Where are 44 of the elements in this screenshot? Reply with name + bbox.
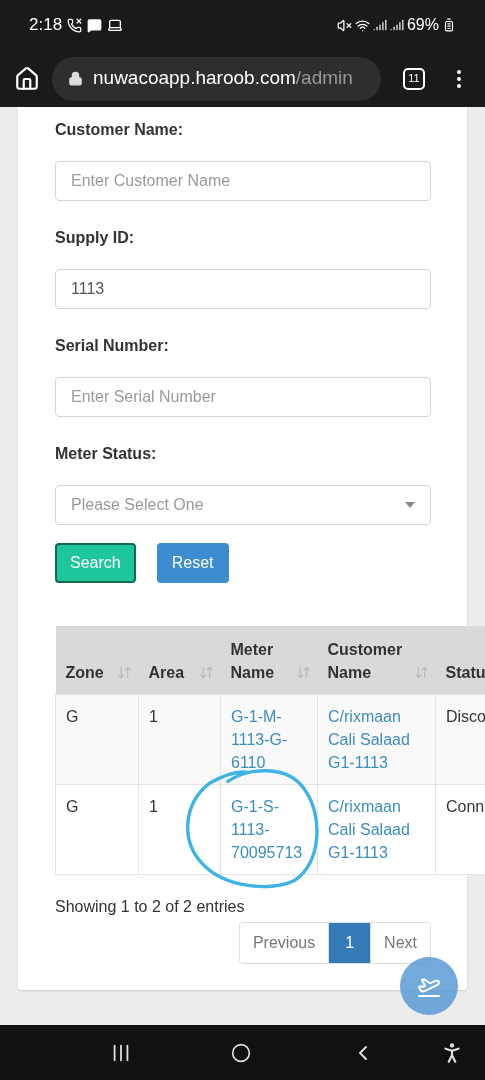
mute-icon [336, 17, 352, 33]
table-cell: 1 [138, 784, 221, 874]
tab-count[interactable]: 11 [403, 67, 425, 90]
signal-icon [372, 18, 387, 32]
column-header[interactable]: Customer Name [317, 626, 436, 694]
home-icon[interactable] [14, 65, 40, 92]
table-cell: G [55, 784, 139, 874]
clock-text: 2:18 [29, 14, 63, 37]
table-cell: Disco [435, 694, 485, 784]
column-header[interactable]: Meter Name [220, 626, 318, 694]
column-header[interactable]: Zone [55, 626, 139, 694]
missed-call-icon [67, 17, 83, 33]
column-header[interactable]: Area [138, 626, 221, 694]
battery-icon [442, 18, 456, 32]
address-bar[interactable]: nuwacoapp.haroob.com/admin [52, 56, 381, 101]
wifi-icon [354, 17, 370, 33]
select-field[interactable]: Please Select One [55, 485, 431, 525]
url-text: nuwacoapp.haroob.com/admin [93, 66, 353, 91]
pagination-link[interactable]: Next [370, 922, 430, 963]
table-cell: 1 [138, 694, 221, 784]
caret-icon [405, 502, 415, 508]
reset-button[interactable]: Reset [156, 543, 229, 583]
laptop-icon [107, 17, 124, 33]
lock-icon [68, 71, 83, 86]
field-label: Serial Number: [55, 336, 170, 356]
battery-text: 69% [406, 15, 439, 35]
table-link[interactable]: G-1-M-1113-G-6110 [220, 694, 318, 784]
text-field[interactable]: Enter Customer Name [55, 161, 431, 201]
table-link[interactable]: C/rixmaan Cali Salaad G1-1113 [317, 784, 436, 874]
field-label: Supply ID: [55, 228, 136, 248]
field-label: Meter Status: [55, 444, 158, 464]
message-icon [87, 17, 103, 33]
table-link[interactable]: C/rixmaan Cali Salaad G1-1113 [317, 694, 436, 784]
table-cell: G [55, 694, 139, 784]
field-label: Customer Name: [55, 120, 185, 140]
text-field[interactable]: 1113 [55, 269, 431, 309]
floating-action-button[interactable] [400, 957, 458, 1015]
page-button[interactable]: 1 [328, 922, 371, 963]
signal-icon [389, 18, 404, 32]
column-header[interactable]: Statu [435, 626, 485, 694]
home-button-icon[interactable] [231, 1042, 252, 1063]
table-link[interactable]: G-1-S-1113-70095713 [220, 784, 318, 874]
entries-info: Showing 1 to 2 of 2 entries [55, 896, 246, 917]
text-field[interactable]: Enter Serial Number [55, 377, 431, 417]
